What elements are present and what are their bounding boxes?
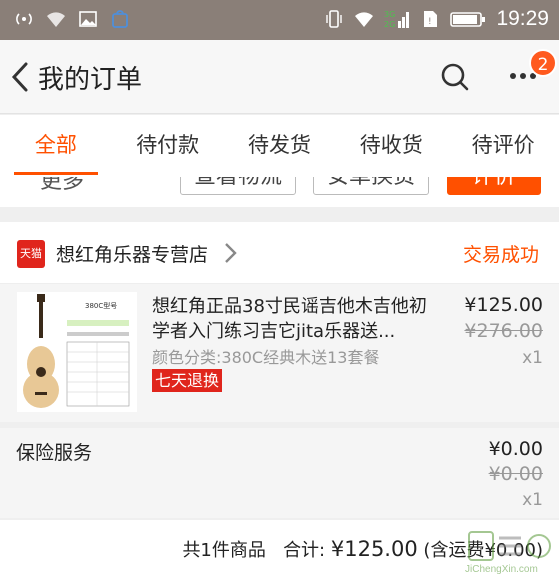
battery-icon	[450, 12, 486, 27]
vibrate-icon	[326, 10, 343, 28]
insurance-price: ¥0.00	[488, 438, 543, 460]
app-header: 我的订单 2	[0, 40, 559, 114]
view-logistics-button[interactable]: 查看物流	[180, 177, 296, 195]
return-policy-tag: 七天退换	[152, 369, 223, 392]
review-button[interactable]: 评价	[447, 177, 541, 195]
svg-text:3G: 3G	[384, 10, 395, 19]
clock: 19:29	[496, 7, 549, 30]
thumb-model-label: 380C型号	[85, 301, 117, 310]
image-icon	[79, 11, 97, 27]
notification-badge: 2	[529, 49, 557, 77]
order-status: 交易成功	[462, 244, 539, 266]
tab-pending-receipt[interactable]: 待收货	[335, 115, 447, 177]
page-title: 我的订单	[38, 65, 143, 95]
total-label: 合计:	[283, 540, 331, 561]
insurance-label: 保险服务	[16, 442, 93, 464]
tab-pending-shipment[interactable]: 待发货	[224, 115, 336, 177]
back-arrow-icon[interactable]	[6, 58, 36, 96]
app-store-icon	[112, 10, 128, 28]
item-title: 想红角正品38寸民谣吉他木吉他初学者入门练习吉它jita乐器送...	[152, 296, 427, 342]
total-value: ¥125.00	[330, 537, 418, 561]
site-watermark: JiChengXin.com	[465, 528, 555, 580]
more-link[interactable]: 更多	[40, 177, 84, 195]
item-count: 共1件商品	[182, 540, 266, 561]
order-item[interactable]: 380C型号 想红角正品38寸民谣吉他木吉他初学者入门练习吉它jita乐器送..…	[0, 284, 559, 422]
item-sku: 颜色分类:380C经典木送13套餐	[152, 348, 380, 367]
insurance-row: 保险服务 ¥0.00 ¥0.00 x1	[0, 428, 559, 518]
previous-order-actions: 更多 查看物流 安卓换货 评价	[0, 177, 559, 207]
hotspot-icon	[16, 13, 32, 25]
shop-row[interactable]: 天猫 想红角乐器专营店 交易成功	[0, 222, 559, 284]
watermark-logo-icon	[468, 531, 551, 561]
wifi-icon	[355, 12, 374, 27]
order-card: 天猫 想红角乐器专营店 交易成功 380C型号 想红角正品38寸民谣吉他木吉他初…	[0, 222, 559, 422]
insurance-original-price: ¥0.00	[488, 463, 543, 485]
watermark-site: JiChengXin.com	[465, 564, 538, 575]
signal-icon: 3G2G	[384, 10, 410, 29]
guitar-product-image: 380C型号	[17, 292, 137, 412]
order-tabs: 全部 待付款 待发货 待收货 待评价	[0, 115, 559, 177]
tmall-badge: 天猫	[17, 240, 45, 268]
item-original-price: ¥276.00	[464, 320, 543, 342]
search-icon[interactable]	[440, 62, 470, 92]
chevron-right-icon	[225, 243, 237, 263]
shop-name[interactable]: 想红角乐器专营店	[56, 240, 208, 267]
item-quantity: x1	[522, 348, 543, 368]
svg-text:!: !	[428, 17, 432, 27]
svg-text:2G: 2G	[384, 20, 395, 29]
sim-icon: !	[424, 11, 438, 27]
exchange-button[interactable]: 安卓换货	[313, 177, 429, 195]
item-price: ¥125.00	[464, 294, 543, 316]
status-bar: 3G 2G ! 19:29	[0, 0, 559, 40]
wifi-question-icon	[47, 12, 65, 27]
tab-pending-payment[interactable]: 待付款	[112, 115, 224, 177]
insurance-quantity: x1	[522, 490, 543, 510]
tab-pending-review[interactable]: 待评价	[447, 115, 559, 177]
tab-all[interactable]: 全部	[0, 115, 112, 177]
